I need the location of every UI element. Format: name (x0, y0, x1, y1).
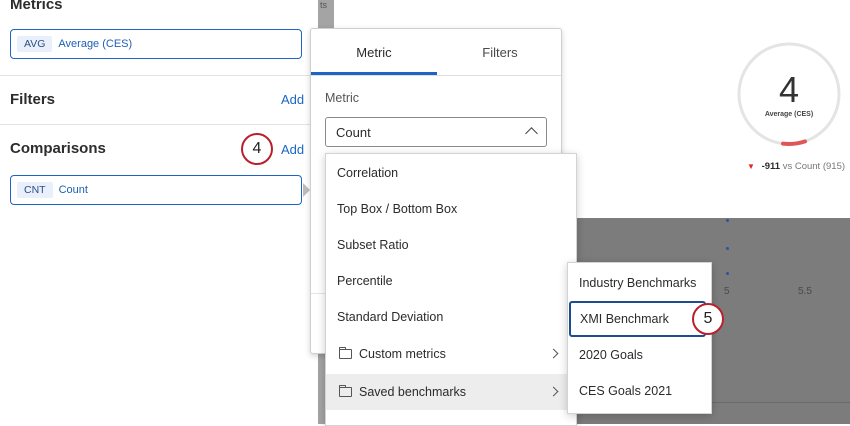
menu-item-percentile[interactable]: Percentile (326, 263, 576, 299)
tab-filters[interactable]: Filters (437, 29, 563, 75)
submenu-item-2020-goals[interactable]: 2020 Goals (568, 337, 711, 373)
submenu-item-label: CES Goals 2021 (579, 384, 673, 398)
filters-add-link[interactable]: Add (281, 92, 304, 107)
step-badge-5: 5 (692, 303, 724, 335)
menu-item-label: Correlation (337, 166, 399, 180)
comparison-pill-count[interactable]: CNT Count (10, 175, 302, 205)
submenu-item-ces-goals-2021[interactable]: CES Goals 2021 (568, 373, 711, 409)
comparisons-add-link[interactable]: Add (281, 142, 304, 157)
menu-item-label: Top Box / Bottom Box (337, 202, 458, 216)
metric-field-label: Metric (325, 91, 360, 105)
metric-select[interactable]: Count (325, 117, 547, 147)
metric-select-value: Count (336, 124, 371, 140)
chart-point (726, 272, 729, 275)
gauge-label: Average (CES) (764, 111, 814, 118)
submenu-item-industry-benchmarks[interactable]: Industry Benchmarks (568, 265, 711, 301)
menu-item-saved-benchmarks[interactable]: Saved benchmarks (326, 374, 576, 410)
comparison-readout: ▼ -911 vs Count (915) (747, 161, 845, 172)
saved-benchmarks-submenu: Industry Benchmarks XMI Benchmark 2020 G… (567, 262, 712, 414)
submenu-item-label: Industry Benchmarks (579, 276, 697, 290)
submenu-item-xmi-benchmark[interactable]: XMI Benchmark (569, 301, 706, 337)
folder-icon (338, 384, 352, 397)
comparison-diff: -911 (761, 161, 781, 172)
menu-item-custom-metrics[interactable]: Custom metrics (326, 336, 576, 372)
comparison-label: Count (58, 184, 88, 196)
chart-point (726, 247, 729, 250)
x-tick-label: 5.5 (798, 286, 812, 297)
comparison-tag: CNT (17, 182, 53, 198)
menu-item-correlation[interactable]: Correlation (326, 155, 576, 191)
tab-divider (311, 75, 561, 76)
menu-item-standard-deviation[interactable]: Standard Deviation (326, 299, 576, 335)
down-arrow-icon: ▼ (747, 162, 755, 171)
pill-pointer-caret (303, 183, 310, 197)
menu-item-label: Standard Deviation (337, 310, 444, 324)
menu-item-top-box-bottom-box[interactable]: Top Box / Bottom Box (326, 191, 576, 227)
folder-icon (338, 346, 352, 359)
submenu-item-label: XMI Benchmark (580, 312, 669, 326)
metric-tag: AVG (17, 36, 53, 52)
menu-item-label: Percentile (337, 274, 393, 288)
left-panel: Metrics AVG Average (CES) Filters Add Co… (0, 0, 318, 424)
menu-item-label: Saved benchmarks (359, 385, 467, 399)
menu-item-subset-ratio[interactable]: Subset Ratio (326, 227, 576, 263)
comparisons-title: Comparisons (10, 140, 106, 157)
gauge-fill (781, 139, 807, 146)
metric-dropdown-menu: Correlation Top Box / Bottom Box Subset … (325, 153, 577, 426)
chart-point (726, 219, 729, 222)
menu-item-label: Custom metrics (359, 347, 446, 361)
metric-pill-average-ces[interactable]: AVG Average (CES) (10, 29, 302, 59)
step-badge-4: 4 (241, 133, 273, 165)
chevron-right-icon (548, 348, 559, 359)
filters-title: Filters (10, 91, 56, 108)
metrics-title: Metrics (10, 0, 63, 13)
chevron-up-icon (525, 127, 538, 140)
tab-metric[interactable]: Metric (311, 29, 437, 75)
divider (0, 75, 318, 76)
strip-text: ts (320, 0, 328, 10)
menu-item-label: Subset Ratio (337, 238, 409, 252)
chevron-right-icon (548, 386, 559, 397)
submenu-item-label: 2020 Goals (579, 348, 643, 362)
metric-label: Average (CES) (58, 38, 133, 50)
gauge-value: 4 (778, 69, 800, 110)
comparison-rest: vs Count (915) (782, 161, 846, 172)
x-tick-label: 5 (724, 286, 730, 297)
divider (0, 124, 318, 125)
